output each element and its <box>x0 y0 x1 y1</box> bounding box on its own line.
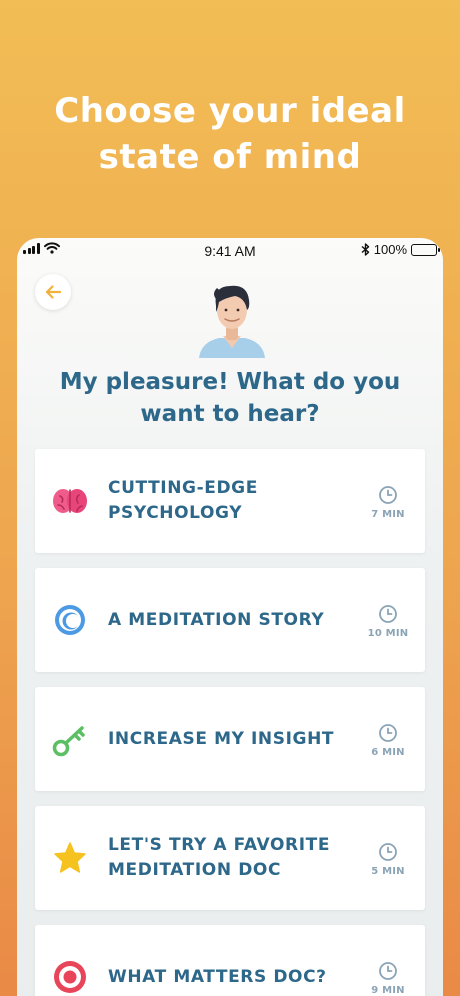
clock-icon <box>379 605 397 623</box>
battery-percent: 100% <box>373 242 407 257</box>
promo-headline-line2: state of mind <box>98 137 362 177</box>
duration-text: 7 MIN <box>371 509 405 520</box>
option-card-favorite-meditation-doc[interactable]: LET'S TRY A FAVORITE MEDITATION DOC 5 MI… <box>35 806 425 910</box>
option-duration: 7 MIN <box>363 485 413 520</box>
option-duration: 5 MIN <box>363 842 413 877</box>
option-label: A MEDITATION STORY <box>108 568 358 672</box>
option-card-cutting-edge-psychology[interactable]: CUTTING-EDGE PSYCHOLOGY 7 MIN <box>35 449 425 553</box>
option-label: LET'S TRY A FAVORITE MEDITATION DOC <box>108 806 358 910</box>
key-icon <box>52 726 85 757</box>
clock-icon <box>379 843 397 861</box>
ring-icon <box>55 605 85 635</box>
option-label-line1: WHAT MATTERS DOC? <box>108 966 327 987</box>
option-card-increase-insight[interactable]: INCREASE MY INSIGHT 6 MIN <box>35 687 425 791</box>
promo-headline: Choose your ideal state of mind <box>0 88 460 180</box>
option-label-line2: MEDITATION DOC <box>108 860 282 880</box>
option-label-line1: CUTTING-EDGE <box>108 478 258 498</box>
arrow-left-icon <box>45 285 62 299</box>
question-line1: My pleasure! What do you <box>59 369 401 395</box>
star-icon <box>54 842 86 873</box>
option-duration: 6 MIN <box>363 723 413 758</box>
option-label: CUTTING-EDGE PSYCHOLOGY <box>108 449 358 553</box>
back-button[interactable] <box>35 274 71 310</box>
duration-text: 5 MIN <box>371 866 405 877</box>
clock-icon <box>379 724 397 742</box>
option-label-line2: PSYCHOLOGY <box>108 503 243 523</box>
option-card-meditation-story[interactable]: A MEDITATION STORY 10 MIN <box>35 568 425 672</box>
question-prompt: My pleasure! What do you want to hear? <box>17 366 443 430</box>
coach-avatar <box>199 285 265 358</box>
status-right: 100% <box>361 242 440 257</box>
bluetooth-icon <box>361 243 369 256</box>
duration-text: 10 MIN <box>367 628 409 639</box>
duration-text: 9 MIN <box>371 985 405 996</box>
clock-icon <box>379 962 397 980</box>
option-label: INCREASE MY INSIGHT <box>108 687 358 791</box>
target-icon <box>54 961 86 993</box>
battery-icon <box>411 243 440 256</box>
option-label-line1: LET'S TRY A FAVORITE <box>108 835 331 855</box>
clock-icon <box>379 486 397 504</box>
option-label-line1: A MEDITATION STORY <box>108 609 325 630</box>
option-duration: 9 MIN <box>363 961 413 996</box>
promo-headline-line1: Choose your ideal <box>54 91 406 131</box>
phone-screen: 9:41 AM 100% My pleasure! What do you wa… <box>17 238 443 996</box>
duration-text: 6 MIN <box>371 747 405 758</box>
brain-icon <box>53 489 87 513</box>
option-card-what-matters-doc[interactable]: WHAT MATTERS DOC? 9 MIN <box>35 925 425 996</box>
question-line2: want to hear? <box>140 401 320 427</box>
option-duration: 10 MIN <box>363 604 413 639</box>
status-bar: 9:41 AM 100% <box>17 238 443 264</box>
option-label: WHAT MATTERS DOC? <box>108 925 358 996</box>
option-label-line1: INCREASE MY INSIGHT <box>108 728 335 749</box>
